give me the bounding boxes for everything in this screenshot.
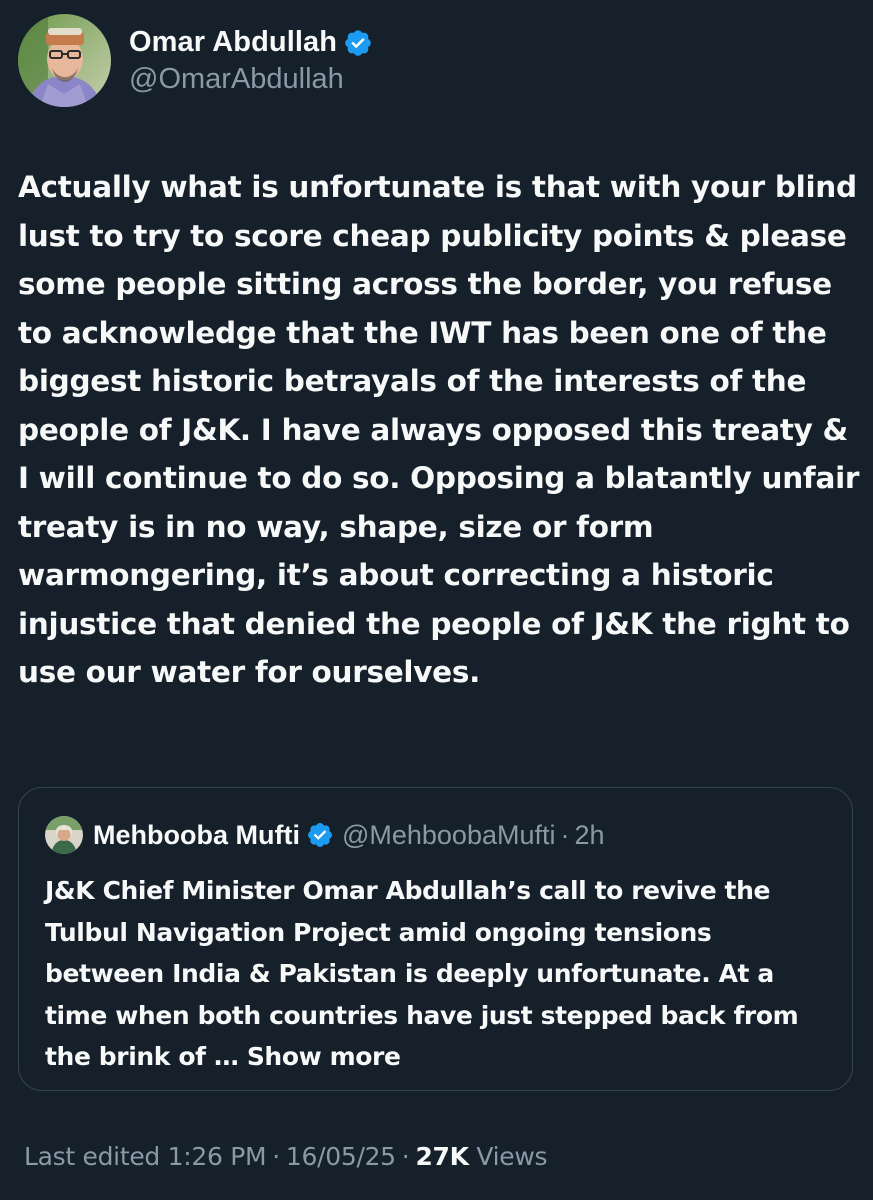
views-link[interactable]: 27K Views bbox=[415, 1142, 547, 1171]
quoted-tweet-header: Mehbooba Mufti @MehboobaMufti · 2h bbox=[45, 816, 605, 854]
quoted-tweet-body: J&K Chief Minister Omar Abdullah’s call … bbox=[45, 876, 799, 1071]
views-label: Views bbox=[476, 1142, 548, 1171]
verified-badge-icon bbox=[308, 823, 332, 847]
views-count: 27K bbox=[415, 1142, 469, 1171]
quoted-tweet-text: J&K Chief Minister Omar Abdullah’s call … bbox=[45, 870, 835, 1078]
show-more-link[interactable]: Show more bbox=[247, 1042, 401, 1071]
separator-dot: · bbox=[401, 1142, 410, 1171]
author-display-name[interactable]: Omar Abdullah bbox=[129, 26, 337, 59]
quoted-tweet[interactable]: Mehbooba Mufti @MehboobaMufti · 2h J&K C… bbox=[18, 787, 853, 1091]
profile-photo-icon bbox=[45, 816, 83, 854]
quoted-author-avatar[interactable] bbox=[45, 816, 83, 854]
author-name-row[interactable]: Omar Abdullah bbox=[129, 26, 373, 59]
separator-dot: · bbox=[272, 1142, 280, 1171]
separator-dot: · bbox=[560, 819, 570, 850]
quoted-author-display-name[interactable]: Mehbooba Mufti bbox=[93, 820, 300, 851]
quoted-author-handle[interactable]: @MehboobaMufti bbox=[342, 820, 556, 851]
last-edited-link[interactable]: Last edited 1:26 PM bbox=[24, 1142, 267, 1171]
verified-badge-icon bbox=[345, 29, 371, 56]
tweet-date[interactable]: 16/05/25 bbox=[286, 1142, 396, 1171]
profile-photo-icon bbox=[18, 14, 111, 107]
author-avatar[interactable] bbox=[18, 14, 111, 107]
tweet-text: Actually what is unfortunate is that wit… bbox=[18, 170, 860, 689]
author-handle[interactable]: @OmarAbdullah bbox=[129, 63, 373, 96]
tweet-header: Omar Abdullah @OmarAbdullah bbox=[18, 14, 373, 107]
quoted-tweet-timestamp[interactable]: 2h bbox=[575, 820, 605, 851]
tweet-meta: Last edited 1:26 PM · 16/05/25 · 27K Views bbox=[24, 1142, 548, 1171]
author-info: Omar Abdullah @OmarAbdullah bbox=[129, 26, 373, 96]
